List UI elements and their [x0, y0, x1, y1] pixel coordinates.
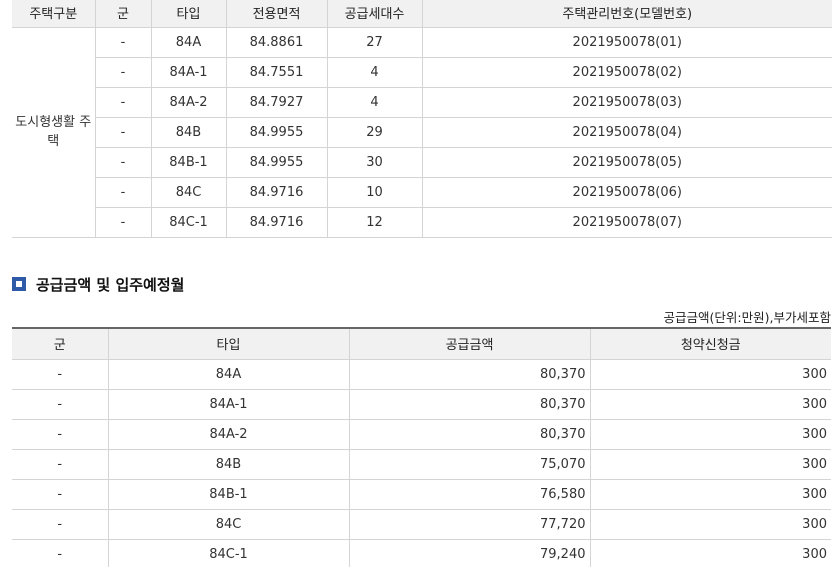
group-cell: -: [95, 116, 152, 148]
type-cell: 84B-1: [107, 478, 350, 510]
price-cell: 76,580: [348, 478, 591, 510]
table-header-row: 군 타입 공급금액 청약신청금: [12, 327, 831, 360]
header-application-deposit: 청약신청금: [589, 327, 831, 360]
type-cell: 84A-2: [150, 86, 227, 118]
header-house-management-number: 주택관리번호(모델번호): [421, 0, 832, 28]
type-cell: 84A-1: [150, 56, 227, 88]
header-type: 타입: [150, 0, 227, 28]
group-cell: -: [12, 538, 109, 567]
section-heading: 공급금액 및 입주예정월: [12, 273, 184, 295]
group-cell: -: [12, 448, 109, 480]
area-cell: 84.7927: [225, 86, 328, 118]
type-cell: 84C-1: [150, 206, 227, 238]
group-cell: -: [95, 176, 152, 208]
table-row: 도시형생활 주택 - 84A 84.8861 27 2021950078(01): [12, 26, 832, 238]
area-cell: 84.9716: [225, 206, 328, 238]
group-cell: -: [94, 26, 152, 58]
group-cell: -: [95, 206, 152, 238]
table-row: - 84A-1 80,370 300: [12, 388, 831, 420]
table-row: - 84C 84.9716 10 2021950078(06): [12, 176, 832, 208]
units-cell: 4: [326, 56, 423, 88]
table-row: - 84C 77,720 300: [12, 508, 831, 540]
type-cell: 84A-2: [107, 418, 350, 450]
units-cell: 4: [326, 86, 423, 118]
units-cell: 30: [326, 146, 423, 178]
type-cell: 84A: [150, 26, 227, 58]
deposit-cell: 300: [589, 358, 831, 390]
table-row: - 84A-2 84.7927 4 2021950078(03): [12, 86, 832, 118]
area-cell: 84.9716: [225, 176, 328, 208]
area-cell: 84.8861: [225, 26, 328, 58]
table-row: - 84B 75,070 300: [12, 448, 831, 480]
header-group: 군: [94, 0, 152, 28]
type-cell: 84C-1: [107, 538, 350, 567]
units-cell: 27: [326, 26, 423, 58]
type-cell: 84B-1: [150, 146, 227, 178]
units-cell: 12: [326, 206, 423, 238]
group-cell: -: [12, 418, 109, 450]
housing-type-table: 주택구분 군 타입 전용면적 공급세대수 주택관리번호(모델번호) 도시형생활 …: [12, 0, 832, 238]
area-cell: 84.9955: [225, 146, 328, 178]
type-cell: 84C: [150, 176, 227, 208]
price-cell: 80,370: [348, 388, 591, 420]
deposit-cell: 300: [589, 388, 831, 420]
header-supply-price: 공급금액: [348, 327, 591, 360]
header-exclusive-area: 전용면적: [225, 0, 328, 28]
table-row: - 84A-2 80,370 300: [12, 418, 831, 450]
table-row: - 84A-1 84.7551 4 2021950078(02): [12, 56, 832, 88]
header-group: 군: [12, 327, 109, 360]
type-cell: 84A-1: [107, 388, 350, 420]
group-cell: -: [12, 358, 109, 390]
supply-price-table: 군 타입 공급금액 청약신청금 - 84A 80,370 300 - 84A-1…: [12, 327, 831, 567]
type-cell: 84B: [107, 448, 350, 480]
code-cell: 2021950078(05): [421, 146, 832, 178]
area-cell: 84.9955: [225, 116, 328, 148]
unit-note: 공급금액(단위:만원),부가세포함: [663, 310, 831, 325]
units-cell: 10: [326, 176, 423, 208]
code-cell: 2021950078(06): [421, 176, 832, 208]
table-row: - 84B 84.9955 29 2021950078(04): [12, 116, 832, 148]
group-cell: -: [12, 478, 109, 510]
type-cell: 84B: [150, 116, 227, 148]
group-cell: -: [12, 388, 109, 420]
table-row: - 84C-1 79,240 300: [12, 538, 831, 567]
code-cell: 2021950078(04): [421, 116, 832, 148]
code-cell: 2021950078(07): [421, 206, 832, 238]
code-cell: 2021950078(02): [421, 56, 832, 88]
table-row: - 84C-1 84.9716 12 2021950078(07): [12, 206, 832, 238]
header-supply-units: 공급세대수: [326, 0, 423, 28]
header-type: 타입: [107, 327, 350, 360]
header-housing-kind: 주택구분: [12, 0, 96, 28]
price-cell: 80,370: [348, 358, 591, 390]
price-cell: 77,720: [348, 508, 591, 540]
deposit-cell: 300: [589, 508, 831, 540]
deposit-cell: 300: [589, 538, 831, 567]
group-cell: -: [95, 86, 152, 118]
table-header-row: 주택구분 군 타입 전용면적 공급세대수 주택관리번호(모델번호): [12, 0, 832, 28]
deposit-cell: 300: [589, 418, 831, 450]
table-row: - 84A 80,370 300: [12, 358, 831, 390]
price-cell: 79,240: [348, 538, 591, 567]
type-cell: 84A: [107, 358, 350, 390]
code-cell: 2021950078(01): [421, 26, 832, 58]
type-cell: 84C: [107, 508, 350, 540]
deposit-cell: 300: [589, 478, 831, 510]
section-title: 공급금액 및 입주예정월: [36, 275, 185, 294]
price-cell: 80,370: [348, 418, 591, 450]
square-bullet-icon: [12, 277, 26, 291]
deposit-cell: 300: [589, 448, 831, 480]
group-cell: -: [95, 56, 152, 88]
price-cell: 75,070: [348, 448, 591, 480]
table-row: - 84B-1 76,580 300: [12, 478, 831, 510]
code-cell: 2021950078(03): [421, 86, 832, 118]
group-cell: -: [95, 146, 152, 178]
area-cell: 84.7551: [225, 56, 328, 88]
units-cell: 29: [326, 116, 423, 148]
housing-kind-cell: 도시형생활 주택: [12, 26, 96, 238]
group-cell: -: [12, 508, 109, 540]
table-row: - 84B-1 84.9955 30 2021950078(05): [12, 146, 832, 178]
